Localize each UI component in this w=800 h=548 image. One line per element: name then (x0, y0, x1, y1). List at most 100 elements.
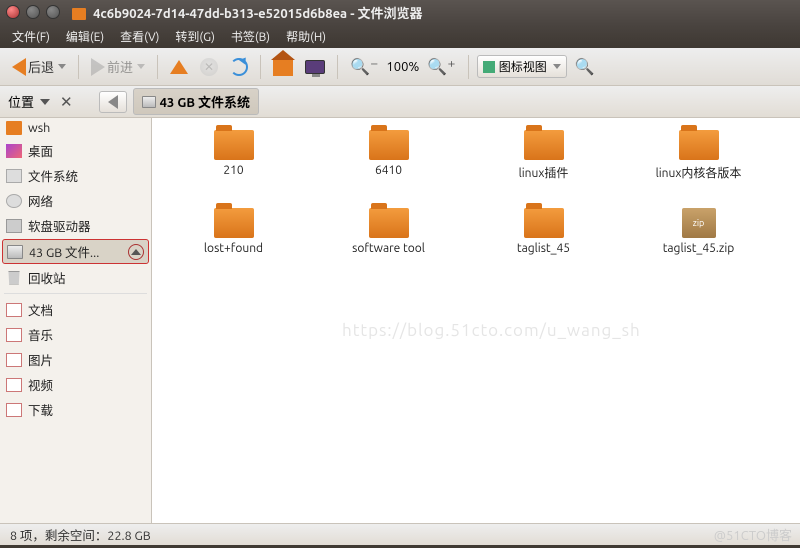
file-label: 210 (223, 164, 243, 177)
file-item[interactable]: linux插件 (466, 126, 621, 204)
panel-label: 位置 (8, 92, 34, 111)
file-item[interactable]: lost+found (156, 204, 311, 282)
window-title: 4c6b9024-7d14-47dd-b313-e52015d6b8ea - 文… (72, 3, 423, 22)
back-button[interactable]: 后退 (8, 55, 70, 78)
sidebar-item-label: 文档 (28, 300, 53, 319)
menu-go[interactable]: 转到(G) (167, 25, 223, 48)
view-mode-select[interactable]: 图标视图 (477, 55, 567, 78)
menubar: 文件(F) 编辑(E) 查看(V) 转到(G) 书签(B) 帮助(H) (0, 24, 800, 48)
chevron-down-icon[interactable] (40, 99, 50, 105)
menu-edit[interactable]: 编辑(E) (58, 25, 112, 48)
maximize-icon[interactable] (46, 5, 60, 19)
file-item[interactable]: software tool (311, 204, 466, 282)
sidebar-item-videos[interactable]: 视频 (0, 372, 151, 397)
eject-icon[interactable] (128, 244, 144, 260)
titlebar: 4c6b9024-7d14-47dd-b313-e52015d6b8ea - 文… (0, 0, 800, 24)
file-label: software tool (352, 242, 425, 255)
menu-bookmarks[interactable]: 书签(B) (223, 25, 278, 48)
sidebar-item-filesystem[interactable]: 文件系统 (0, 163, 151, 188)
sidebar-item-desktop[interactable]: 桌面 (0, 138, 151, 163)
sidebar-item-music[interactable]: 音乐 (0, 322, 151, 347)
sidebar: wsh 桌面 文件系统 网络 软盘驱动器 43 GB 文件... 回收站 文档 … (0, 118, 152, 523)
icon-view-icon (483, 61, 495, 73)
menu-file[interactable]: 文件(F) (4, 25, 58, 48)
reload-button[interactable] (226, 56, 252, 78)
separator (337, 55, 338, 79)
folder-icon (6, 121, 22, 135)
zoom-in-button[interactable]: 🔍⁺ (423, 55, 459, 78)
watermark: @51CTO博客 (714, 525, 792, 544)
sidebar-item-documents[interactable]: 文档 (0, 297, 151, 322)
sidebar-item-floppy[interactable]: 软盘驱动器 (0, 213, 151, 238)
desktop-icon (6, 144, 22, 158)
file-item[interactable]: 6410 (311, 126, 466, 204)
sidebar-item-label: 软盘驱动器 (28, 216, 91, 235)
stop-button: ✕ (196, 56, 222, 78)
sidebar-item-network[interactable]: 网络 (0, 188, 151, 213)
stop-icon: ✕ (200, 58, 218, 76)
arrow-up-icon (170, 60, 188, 74)
search-button[interactable]: 🔍 (571, 55, 599, 78)
sidebar-item-wsh[interactable]: wsh (0, 118, 151, 138)
toolbar: 后退 前进 ✕ 🔍⁻ 100% 🔍⁺ 图标视图 🔍 (0, 48, 800, 86)
file-label: 6410 (375, 164, 402, 177)
search-icon: 🔍 (575, 57, 595, 76)
forward-button: 前进 (87, 55, 149, 78)
folder-icon (72, 8, 86, 20)
menu-help[interactable]: 帮助(H) (278, 25, 334, 48)
zoom-out-icon: 🔍⁻ (350, 57, 378, 76)
main: wsh 桌面 文件系统 网络 软盘驱动器 43 GB 文件... 回收站 文档 … (0, 118, 800, 523)
path-label: 43 GB 文件系统 (160, 92, 250, 111)
file-item[interactable]: ziptaglist_45.zip (621, 204, 776, 282)
trash-icon (6, 271, 22, 285)
sidebar-item-label: 图片 (28, 350, 53, 369)
close-icon[interactable] (6, 5, 20, 19)
arrow-left-icon (12, 58, 26, 76)
sidebar-item-43gb[interactable]: 43 GB 文件... (2, 239, 149, 264)
sidebar-item-label: wsh (28, 121, 50, 135)
menu-view[interactable]: 查看(V) (112, 25, 167, 48)
sidebar-item-pictures[interactable]: 图片 (0, 347, 151, 372)
computer-button[interactable] (301, 58, 329, 76)
separator (468, 55, 469, 79)
file-item[interactable]: linux内核各版本 (621, 126, 776, 204)
floppy-icon (6, 219, 22, 233)
zoom-out-button[interactable]: 🔍⁻ (346, 55, 382, 78)
close-panel-icon[interactable]: ✕ (60, 93, 73, 111)
chevron-down-icon (553, 64, 561, 69)
up-button[interactable] (166, 58, 192, 76)
file-item[interactable]: 210 (156, 126, 311, 204)
folder-icon (214, 208, 254, 238)
zoom-level: 100% (386, 60, 419, 74)
sidebar-item-trash[interactable]: 回收站 (0, 265, 151, 290)
network-icon (6, 194, 22, 208)
file-item[interactable]: taglist_45 (466, 204, 621, 282)
file-label: linux内核各版本 (656, 164, 742, 181)
folder-icon (524, 208, 564, 238)
triangle-left-icon (108, 95, 118, 109)
sidebar-item-label: 桌面 (28, 141, 53, 160)
forward-label: 前进 (107, 57, 133, 76)
music-icon (6, 328, 22, 342)
chevron-down-icon (137, 64, 145, 69)
separator (157, 55, 158, 79)
home-button[interactable] (269, 56, 297, 78)
back-label: 后退 (28, 57, 54, 76)
sidebar-item-label: 视频 (28, 375, 53, 394)
path-back-button[interactable] (99, 91, 127, 113)
path-button[interactable]: 43 GB 文件系统 (133, 88, 259, 115)
minimize-icon[interactable] (26, 5, 40, 19)
content-area[interactable]: https://blog.51cto.com/u_wang_sh 2106410… (152, 118, 800, 523)
separator (260, 55, 261, 79)
sidebar-item-label: 回收站 (28, 268, 66, 287)
window-title-text: 4c6b9024-7d14-47dd-b313-e52015d6b8ea - 文… (93, 7, 422, 21)
folder-icon (524, 130, 564, 160)
sidebar-item-downloads[interactable]: 下载 (0, 397, 151, 422)
status-text: 8 项，剩余空间：22.8 GB (10, 525, 151, 544)
sidebar-item-label: 网络 (28, 191, 53, 210)
pictures-icon (6, 353, 22, 367)
arrow-right-icon (91, 58, 105, 76)
hdd-icon (142, 96, 156, 108)
filesystem-icon (6, 169, 22, 183)
zoom-in-icon: 🔍⁺ (427, 57, 455, 76)
